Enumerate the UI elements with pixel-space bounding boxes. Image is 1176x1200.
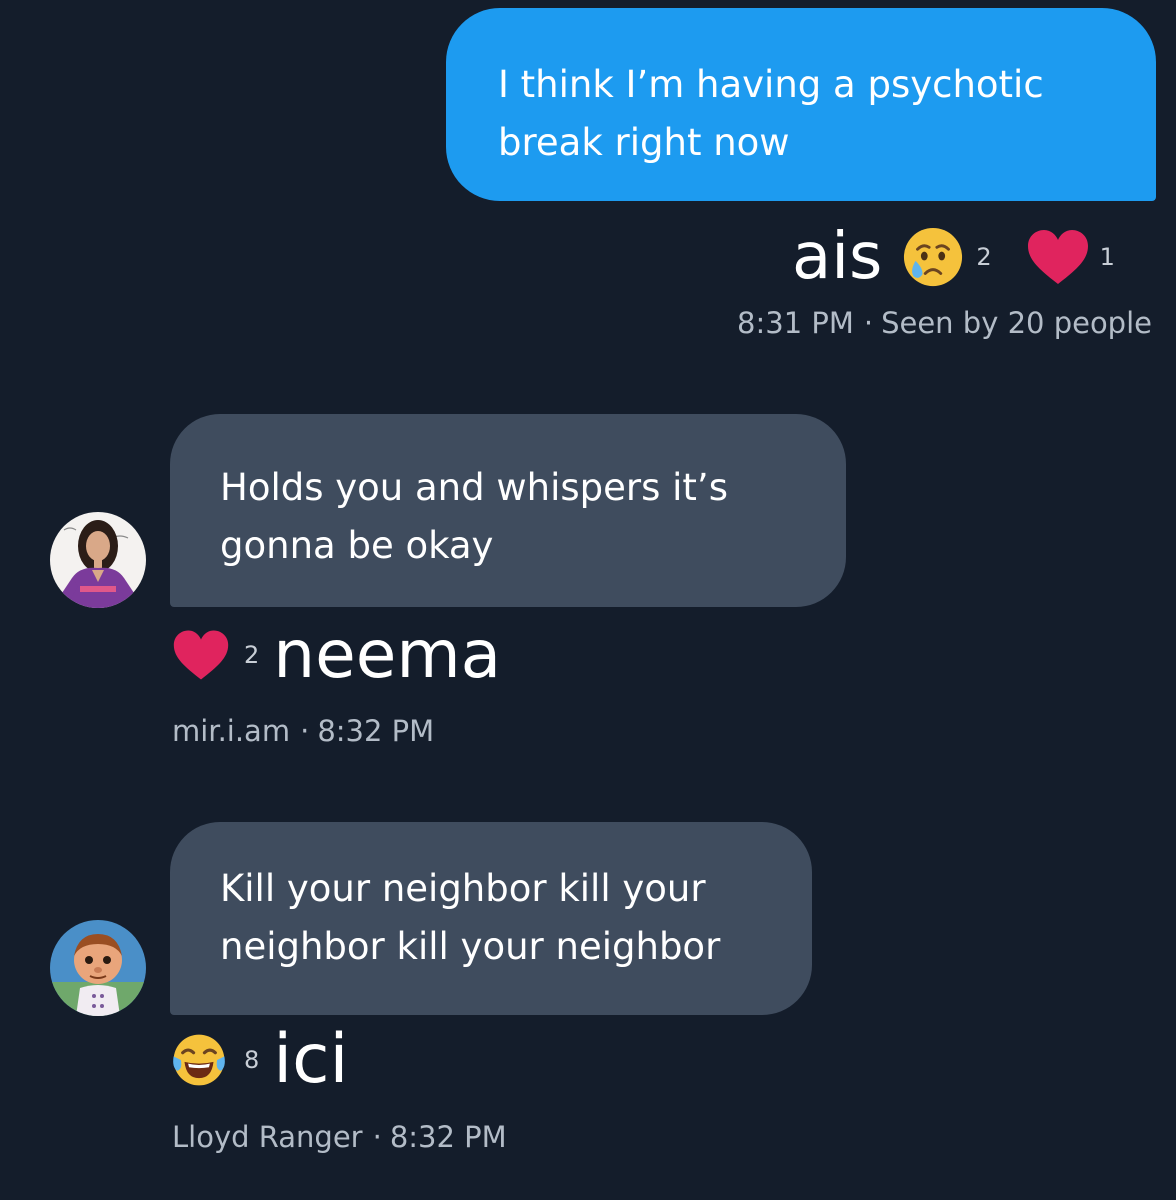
caption-text: ici xyxy=(273,1020,349,1099)
meta-separator: · xyxy=(863,306,874,340)
message-time: 8:32 PM xyxy=(317,714,435,748)
reaction-count: 2 xyxy=(976,243,992,271)
meta-separator: · xyxy=(300,714,310,748)
meta-separator: · xyxy=(372,1120,382,1154)
seen-status[interactable]: Seen by 20 people xyxy=(881,306,1152,340)
message-line: gonna be okay xyxy=(220,524,494,567)
tears-of-joy-icon[interactable] xyxy=(170,1031,228,1089)
message-line: neighbor kill your neighbor xyxy=(220,925,721,968)
sender-name[interactable]: Lloyd Ranger xyxy=(172,1120,363,1154)
sender-name[interactable]: mir.i.am xyxy=(172,714,290,748)
message-meta: Lloyd Ranger · 8:32 PM xyxy=(172,1120,507,1154)
reaction-row: ais 2 1 xyxy=(792,222,1115,292)
avatar[interactable] xyxy=(50,920,146,1016)
caption-text: ais xyxy=(792,220,883,294)
message-line: break right now xyxy=(498,121,790,164)
message-time: 8:32 PM xyxy=(389,1120,507,1154)
message-meta: 8:31 PM · Seen by 20 people xyxy=(737,306,1152,340)
reaction-count: 1 xyxy=(1099,243,1115,271)
reaction-row: 2 neema xyxy=(172,622,501,688)
message-line: Holds you and whispers it’s xyxy=(220,466,728,509)
crying-face-icon[interactable] xyxy=(902,226,964,288)
sent-message-bubble[interactable]: I think I’m having a psychotic break rig… xyxy=(446,8,1156,201)
reaction-count: 8 xyxy=(244,1046,260,1074)
caption-text: neema xyxy=(273,616,502,693)
message-line: Kill your neighbor kill your xyxy=(220,867,706,910)
received-message-bubble[interactable]: Holds you and whispers it’s gonna be oka… xyxy=(170,414,846,607)
received-message-bubble[interactable]: Kill your neighbor kill your neighbor ki… xyxy=(170,822,812,1015)
message-meta: mir.i.am · 8:32 PM xyxy=(172,714,434,748)
message-time: 8:31 PM xyxy=(737,306,854,340)
message-line: I think I’m having a psychotic xyxy=(498,63,1044,106)
heart-icon[interactable] xyxy=(172,628,230,682)
avatar[interactable] xyxy=(50,512,146,608)
reaction-count: 2 xyxy=(244,641,260,669)
reaction-row: 8 ici xyxy=(170,1026,348,1094)
heart-icon[interactable] xyxy=(1026,228,1090,286)
